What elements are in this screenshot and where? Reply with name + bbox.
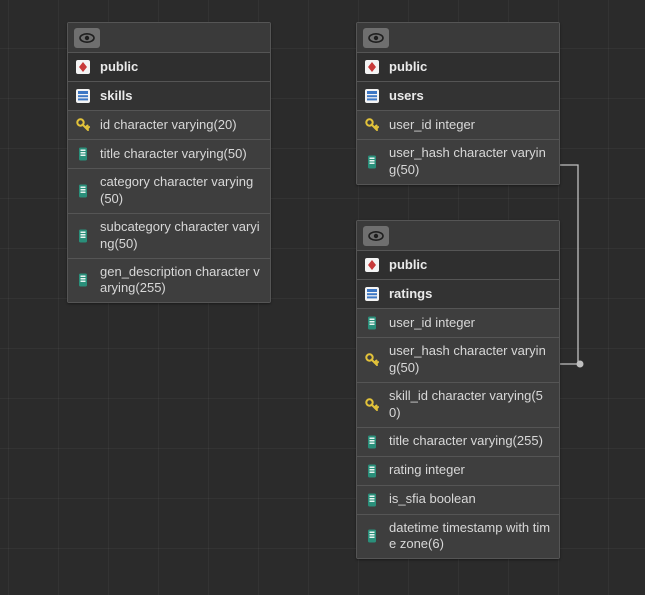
- pk-column-row[interactable]: skill_id character varying(50): [357, 383, 559, 428]
- column-icon: [74, 145, 92, 163]
- column-icon: [363, 462, 381, 480]
- schema-row[interactable]: public: [68, 53, 270, 82]
- table-name: users: [389, 88, 553, 105]
- column-label: user_hash character varying(50): [389, 145, 553, 179]
- column-icon: [363, 433, 381, 451]
- key-icon: [74, 116, 92, 134]
- column-row[interactable]: title character varying(50): [68, 140, 270, 169]
- column-label: rating integer: [389, 462, 553, 479]
- column-label: category character varying(50): [100, 174, 264, 208]
- schema-diamond-icon: [363, 256, 381, 274]
- table-row[interactable]: ratings: [357, 280, 559, 309]
- entity-header[interactable]: [68, 23, 270, 53]
- diagram-canvas[interactable]: public skills id character varying(20) titl…: [0, 0, 645, 595]
- column-label: title character varying(50): [100, 146, 264, 163]
- visibility-toggle[interactable]: [363, 28, 389, 48]
- column-label: skill_id character varying(50): [389, 388, 553, 422]
- column-row[interactable]: title character varying(255): [357, 428, 559, 457]
- key-icon: [363, 351, 381, 369]
- entity-ratings[interactable]: public ratings user_id integer user_hash ch…: [356, 220, 560, 559]
- column-row[interactable]: category character varying(50): [68, 169, 270, 214]
- column-icon: [363, 491, 381, 509]
- column-icon: [363, 314, 381, 332]
- schema-name: public: [389, 59, 553, 76]
- column-icon: [363, 153, 381, 171]
- pk-column-row[interactable]: user_id integer: [357, 111, 559, 140]
- column-row[interactable]: is_sfia boolean: [357, 486, 559, 515]
- column-row[interactable]: rating integer: [357, 457, 559, 486]
- column-row[interactable]: datetime timestamp with time zone(6): [357, 515, 559, 559]
- column-icon: [74, 227, 92, 245]
- column-icon: [74, 271, 92, 289]
- schema-row[interactable]: public: [357, 251, 559, 280]
- schema-name: public: [389, 257, 553, 274]
- entity-skills[interactable]: public skills id character varying(20) titl…: [67, 22, 271, 303]
- column-label: datetime timestamp with time zone(6): [389, 520, 553, 554]
- pk-column-row[interactable]: user_hash character varying(50): [357, 338, 559, 383]
- table-icon: [74, 87, 92, 105]
- column-row[interactable]: subcategory character varying(50): [68, 214, 270, 259]
- column-label: gen_description character varying(255): [100, 264, 264, 298]
- column-label: user_id integer: [389, 117, 553, 134]
- column-label: title character varying(255): [389, 433, 553, 450]
- entity-header[interactable]: [357, 23, 559, 53]
- visibility-toggle[interactable]: [74, 28, 100, 48]
- table-name: ratings: [389, 286, 553, 303]
- column-icon: [74, 182, 92, 200]
- column-label: subcategory character varying(50): [100, 219, 264, 253]
- column-label: user_hash character varying(50): [389, 343, 553, 377]
- visibility-toggle[interactable]: [363, 226, 389, 246]
- column-row[interactable]: user_hash character varying(50): [357, 140, 559, 184]
- table-name: skills: [100, 88, 264, 105]
- schema-row[interactable]: public: [357, 53, 559, 82]
- column-row[interactable]: user_id integer: [357, 309, 559, 338]
- schema-name: public: [100, 59, 264, 76]
- entity-users[interactable]: public users user_id integer user_hash char…: [356, 22, 560, 185]
- table-icon: [363, 285, 381, 303]
- key-icon: [363, 396, 381, 414]
- table-row[interactable]: skills: [68, 82, 270, 111]
- column-row[interactable]: gen_description character varying(255): [68, 259, 270, 303]
- column-label: user_id integer: [389, 315, 553, 332]
- table-icon: [363, 87, 381, 105]
- entity-header[interactable]: [357, 221, 559, 251]
- column-label: is_sfia boolean: [389, 491, 553, 508]
- pk-column-row[interactable]: id character varying(20): [68, 111, 270, 140]
- schema-diamond-icon: [74, 58, 92, 76]
- key-icon: [363, 116, 381, 134]
- schema-diamond-icon: [363, 58, 381, 76]
- column-label: id character varying(20): [100, 117, 264, 134]
- column-icon: [363, 527, 381, 545]
- table-row[interactable]: users: [357, 82, 559, 111]
